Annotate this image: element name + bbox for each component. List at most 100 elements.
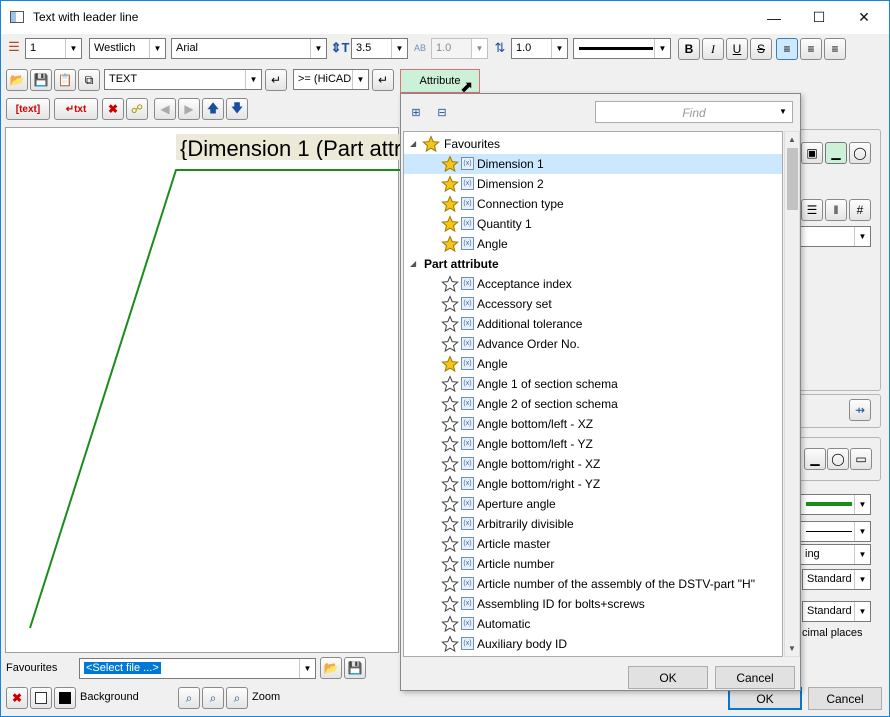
select-file-combo[interactable]: <Select file ...> ▼ bbox=[79, 658, 316, 679]
expand-all-icon[interactable]: ⊞ bbox=[408, 104, 424, 120]
tree-item[interactable]: (x) Auxiliary body ID bbox=[404, 634, 782, 654]
background-none-button[interactable]: ✖ bbox=[6, 687, 28, 709]
star-outline-icon[interactable] bbox=[441, 435, 459, 453]
divider-vertical-button[interactable]: ‖ bbox=[825, 199, 847, 221]
star-outline-icon[interactable] bbox=[441, 515, 459, 533]
font-name-combo[interactable]: Arial ▼ bbox=[171, 38, 327, 59]
zoom-out-button[interactable]: ⌕ bbox=[202, 687, 224, 709]
favourites-open-button[interactable]: 📂 bbox=[320, 657, 342, 679]
tree-item[interactable]: (x) Article number of the assembly of the… bbox=[404, 574, 782, 594]
text-combo[interactable]: TEXT ▼ bbox=[104, 69, 262, 90]
shape-rounded-button[interactable]: ▭ bbox=[850, 448, 872, 470]
star-outline-icon[interactable] bbox=[441, 415, 459, 433]
save-button[interactable]: 💾 bbox=[30, 69, 52, 91]
frame-circle-button[interactable]: ◯ bbox=[849, 142, 871, 164]
tree-item[interactable]: (x) Angle bottom/right - XZ bbox=[404, 454, 782, 474]
layer-combo[interactable]: 1 ▼ bbox=[25, 38, 82, 59]
scroll-up-icon[interactable]: ▲ bbox=[785, 132, 799, 147]
tree-item[interactable]: (x) Angle bbox=[404, 354, 782, 374]
dialog-cancel-button[interactable]: Cancel bbox=[808, 687, 882, 710]
tree-item[interactable]: (x) Advance Order No. bbox=[404, 334, 782, 354]
favourites-save-button[interactable]: 💾 bbox=[344, 657, 366, 679]
text-height-combo[interactable]: 3.5 ▼ bbox=[351, 38, 408, 59]
scroll-down-icon[interactable]: ▼ bbox=[785, 641, 799, 656]
align-left-button[interactable]: ≡ bbox=[776, 38, 798, 60]
find-input[interactable]: Find bbox=[595, 101, 793, 123]
move-up-button[interactable]: 🡅 bbox=[202, 98, 224, 120]
line-type-combo[interactable]: ▼ bbox=[800, 521, 871, 542]
shape-circle-button[interactable]: ◯ bbox=[827, 448, 849, 470]
tree-item[interactable]: (x) Quantity 1 bbox=[404, 214, 782, 234]
maximize-button[interactable]: ☐ bbox=[796, 1, 842, 34]
tree-item[interactable]: (x) Dimension 2 bbox=[404, 174, 782, 194]
collapse-all-icon[interactable]: ⊟ bbox=[434, 104, 450, 120]
attribute-tree[interactable]: ◢ Favourites (x) Dimension 1 (x) Dimension 2(… bbox=[403, 131, 783, 657]
link-button[interactable]: ☍ bbox=[126, 98, 148, 120]
tree-item[interactable]: (x) Angle bottom/left - YZ bbox=[404, 434, 782, 454]
insert-operator-button[interactable]: ↵ bbox=[372, 69, 394, 91]
line-style-combo[interactable]: ▼ bbox=[573, 38, 671, 59]
tree-item[interactable]: (x) Acceptance index bbox=[404, 274, 782, 294]
frame-none-button[interactable]: ▁ bbox=[825, 142, 847, 164]
insert-text-return-button[interactable]: ↵txt bbox=[54, 98, 98, 120]
tree-item[interactable]: (x) Article number bbox=[404, 554, 782, 574]
tree-item[interactable]: (x) Accessory set bbox=[404, 294, 782, 314]
bold-button[interactable]: B bbox=[678, 38, 700, 60]
star-outline-icon[interactable] bbox=[441, 615, 459, 633]
popup-ok-button[interactable]: OK bbox=[628, 666, 708, 689]
favourite-star-icon[interactable] bbox=[441, 195, 459, 213]
tree-group[interactable]: ◢ Part attribute bbox=[404, 254, 782, 274]
favourite-star-icon[interactable] bbox=[441, 175, 459, 193]
tree-item[interactable]: (x) Angle bottom/left - XZ bbox=[404, 414, 782, 434]
tree-item[interactable]: (x) Angle 1 of section schema bbox=[404, 374, 782, 394]
favourite-star-icon[interactable] bbox=[441, 355, 459, 373]
star-outline-icon[interactable] bbox=[441, 495, 459, 513]
star-outline-icon[interactable] bbox=[441, 475, 459, 493]
star-outline-icon[interactable] bbox=[441, 295, 459, 313]
tree-item[interactable]: (x) Angle bottom/right - YZ bbox=[404, 474, 782, 494]
tree-item[interactable]: (x) Dimension 1 bbox=[404, 154, 782, 174]
favourite-star-icon[interactable] bbox=[441, 235, 459, 253]
standard-combo-1[interactable]: Standard ▼ bbox=[802, 569, 871, 590]
copy-button[interactable]: ⧉ bbox=[78, 69, 100, 91]
line-spacing-combo[interactable]: 1.0 ▼ bbox=[511, 38, 568, 59]
favourite-star-icon[interactable] bbox=[441, 215, 459, 233]
tree-item[interactable]: (x) Angle 2 of section schema bbox=[404, 394, 782, 414]
tree-item[interactable]: (x) Aperture angle bbox=[404, 494, 782, 514]
divider-horizontal-button[interactable]: ☰ bbox=[801, 199, 823, 221]
scroll-thumb[interactable] bbox=[787, 148, 798, 210]
right-combo-1[interactable]: ▼ bbox=[800, 226, 871, 247]
star-outline-icon[interactable] bbox=[441, 555, 459, 573]
star-outline-icon[interactable] bbox=[441, 595, 459, 613]
grid-button[interactable]: # bbox=[849, 199, 871, 221]
move-down-button[interactable]: 🡇 bbox=[226, 98, 248, 120]
standard-combo-2[interactable]: Standard ▼ bbox=[802, 601, 871, 622]
chevron-down-icon[interactable]: ▼ bbox=[779, 107, 787, 116]
background-white-button[interactable] bbox=[30, 687, 52, 709]
collapse-triangle-icon[interactable]: ◢ bbox=[410, 259, 416, 268]
zoom-in-button[interactable]: ⌕ bbox=[178, 687, 200, 709]
star-outline-icon[interactable] bbox=[441, 335, 459, 353]
align-center-button[interactable]: ≡ bbox=[800, 38, 822, 60]
star-outline-icon[interactable] bbox=[441, 535, 459, 553]
frame-square-button[interactable]: ▣ bbox=[801, 142, 823, 164]
favourite-star-icon[interactable] bbox=[441, 155, 459, 173]
tree-item[interactable]: (x) Angle bbox=[404, 234, 782, 254]
star-outline-icon[interactable] bbox=[441, 575, 459, 593]
strikethrough-button[interactable]: S bbox=[750, 38, 772, 60]
background-black-button[interactable] bbox=[54, 687, 76, 709]
close-button[interactable]: ✕ bbox=[841, 1, 887, 34]
tree-scrollbar[interactable]: ▲ ▼ bbox=[784, 131, 800, 657]
tree-item[interactable]: (x) Connection type bbox=[404, 194, 782, 214]
underline-button[interactable]: U bbox=[726, 38, 748, 60]
star-outline-icon[interactable] bbox=[441, 455, 459, 473]
tree-item[interactable]: (x) Assembling ID for bolts+screws bbox=[404, 594, 782, 614]
popup-cancel-button[interactable]: Cancel bbox=[715, 666, 795, 689]
star-outline-icon[interactable] bbox=[441, 635, 459, 653]
arrow-type-combo[interactable]: ing ▼ bbox=[800, 544, 871, 565]
paste-button[interactable]: 📋 bbox=[54, 69, 76, 91]
drawing-canvas[interactable]: {Dimension 1 (Part attri bbox=[5, 127, 400, 653]
star-outline-icon[interactable] bbox=[441, 275, 459, 293]
favourite-star-icon[interactable] bbox=[422, 135, 440, 153]
font-style-combo[interactable]: Westlich ▼ bbox=[89, 38, 166, 59]
